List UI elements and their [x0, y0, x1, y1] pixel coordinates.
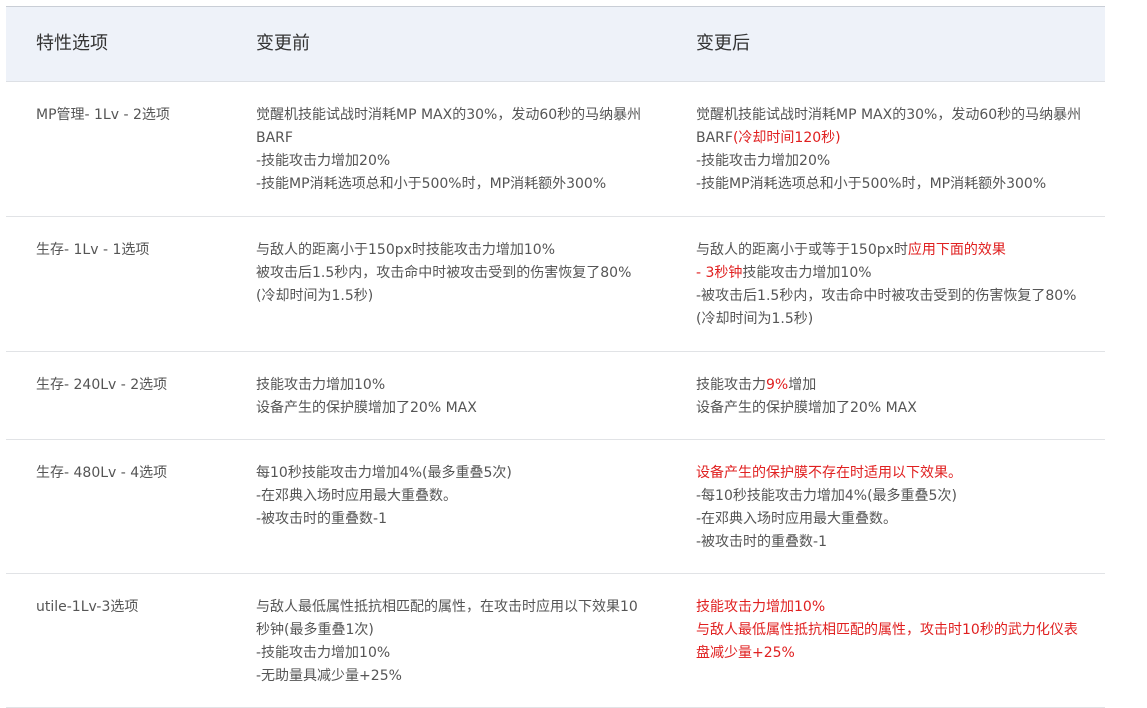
option-name: 生存- 480Lv - 4选项 — [36, 465, 168, 481]
before-line: -技能攻击力增加10% — [256, 645, 391, 661]
table-row: 生存- 240Lv - 2选项 技能攻击力增加10% 设备产生的保护膜增加了20… — [6, 352, 1105, 440]
header-option: 特性选项 — [36, 33, 108, 54]
changed-text: 盘减少量+25% — [696, 645, 795, 661]
after-line: - 3秒钟技能攻击力增加10% — [696, 262, 1108, 285]
after-line: 设备产生的保护膜增加了20% MAX — [696, 400, 917, 416]
before-line: 觉醒机技能试战时消耗MP MAX的30%，发动60秒的马纳暴州 — [256, 107, 642, 123]
comparison-table: 特性选项 变更前 变更后 MP管理- 1Lv - 2选项 觉醒机技能试战时消耗M… — [6, 6, 1105, 708]
after-text: BARF — [696, 130, 733, 146]
table-row: MP管理- 1Lv - 2选项 觉醒机技能试战时消耗MP MAX的30%，发动6… — [6, 82, 1105, 217]
before-line: 每10秒技能攻击力增加4%(最多重叠5次) — [256, 465, 512, 481]
before-cell: 与敌人的距离小于150px时技能攻击力增加10% 被攻击后1.5秒内，攻击命中时… — [256, 239, 676, 308]
before-line: 技能攻击力增加10% — [256, 377, 386, 393]
changed-text: 技能攻击力增加10% — [696, 599, 826, 615]
after-line: 与敌人的距离小于或等于150px时应用下面的效果 — [696, 239, 1108, 262]
changed-text: 9% — [766, 377, 789, 393]
after-line: (冷却时间为1.5秒) — [696, 311, 814, 327]
after-line: BARF(冷却时间120秒) — [696, 127, 1108, 150]
option-name: utile-1Lv-3选项 — [36, 599, 139, 615]
option-name: 生存- 1Lv - 1选项 — [36, 242, 150, 258]
before-line: -被攻击时的重叠数-1 — [256, 511, 388, 527]
option-name: 生存- 240Lv - 2选项 — [36, 377, 168, 393]
before-line: 设备产生的保护膜增加了20% MAX — [256, 400, 477, 416]
after-line: 觉醒机技能试战时消耗MP MAX的30%，发动60秒的马纳暴州 — [696, 107, 1082, 123]
before-line: -在邓典入场时应用最大重叠数。 — [256, 488, 458, 504]
before-line: -无助量具减少量+25% — [256, 668, 402, 684]
after-line: -被攻击后1.5秒内，攻击命中时被攻击受到的伤害恢复了80% — [696, 288, 1077, 304]
after-cell: 技能攻击力增加10% 与敌人最低属性抵抗相匹配的属性，攻击时10秒的武力化仪表 … — [696, 596, 1108, 665]
changed-text: (冷却时间120秒) — [732, 130, 841, 146]
after-line: -被攻击时的重叠数-1 — [696, 534, 828, 550]
changed-text: - 3秒钟 — [696, 265, 743, 281]
after-text: 技能攻击力增加10% — [742, 265, 872, 281]
after-cell: 设备产生的保护膜不存在时适用以下效果。 -每10秒技能攻击力增加4%(最多重叠5… — [696, 462, 1108, 554]
after-line: -在邓典入场时应用最大重叠数。 — [696, 511, 898, 527]
after-text: 技能攻击力 — [696, 377, 766, 393]
after-text: 与敌人的距离小于或等于150px时 — [696, 242, 908, 258]
before-line: 被攻击后1.5秒内，攻击命中时被攻击受到的伤害恢复了80% — [256, 265, 632, 281]
changed-text: 设备产生的保护膜不存在时适用以下效果。 — [696, 465, 962, 481]
after-line: -技能攻击力增加20% — [696, 153, 831, 169]
table-row: 生存- 480Lv - 4选项 每10秒技能攻击力增加4%(最多重叠5次) -在… — [6, 440, 1105, 574]
changed-text: 与敌人最低属性抵抗相匹配的属性，攻击时10秒的武力化仪表 — [696, 622, 1078, 638]
after-cell: 与敌人的距离小于或等于150px时应用下面的效果 - 3秒钟技能攻击力增加10%… — [696, 239, 1108, 331]
table-row: utile-1Lv-3选项 与敌人最低属性抵抗相匹配的属性，在攻击时应用以下效果… — [6, 574, 1105, 708]
after-cell: 技能攻击力9%增加 设备产生的保护膜增加了20% MAX — [696, 374, 1108, 420]
after-cell: 觉醒机技能试战时消耗MP MAX的30%，发动60秒的马纳暴州 BARF(冷却时… — [696, 104, 1108, 196]
table-row: 生存- 1Lv - 1选项 与敌人的距离小于150px时技能攻击力增加10% 被… — [6, 217, 1105, 352]
after-line: -技能MP消耗选项总和小于500%时，MP消耗额外300% — [696, 176, 1047, 192]
before-line: 秒钟(最多重叠1次) — [256, 622, 374, 638]
before-cell: 技能攻击力增加10% 设备产生的保护膜增加了20% MAX — [256, 374, 676, 420]
before-cell: 与敌人最低属性抵抗相匹配的属性，在攻击时应用以下效果10 秒钟(最多重叠1次) … — [256, 596, 676, 688]
before-line: 与敌人的距离小于150px时技能攻击力增加10% — [256, 242, 556, 258]
header-after: 变更后 — [696, 33, 750, 54]
option-name: MP管理- 1Lv - 2选项 — [36, 107, 170, 123]
after-text: 增加 — [788, 377, 817, 393]
before-line: BARF — [256, 130, 293, 146]
before-line: -技能攻击力增加20% — [256, 153, 391, 169]
before-cell: 觉醒机技能试战时消耗MP MAX的30%，发动60秒的马纳暴州 BARF -技能… — [256, 104, 676, 196]
after-line: 技能攻击力9%增加 — [696, 374, 1108, 397]
table-header: 特性选项 变更前 变更后 — [6, 6, 1105, 82]
before-line: 与敌人最低属性抵抗相匹配的属性，在攻击时应用以下效果10 — [256, 599, 638, 615]
changed-text: 应用下面的效果 — [907, 242, 1006, 258]
before-cell: 每10秒技能攻击力增加4%(最多重叠5次) -在邓典入场时应用最大重叠数。 -被… — [256, 462, 676, 531]
before-line: (冷却时间为1.5秒) — [256, 288, 374, 304]
header-before: 变更前 — [256, 33, 310, 54]
after-line: -每10秒技能攻击力增加4%(最多重叠5次) — [696, 488, 957, 504]
before-line: -技能MP消耗选项总和小于500%时，MP消耗额外300% — [256, 176, 607, 192]
